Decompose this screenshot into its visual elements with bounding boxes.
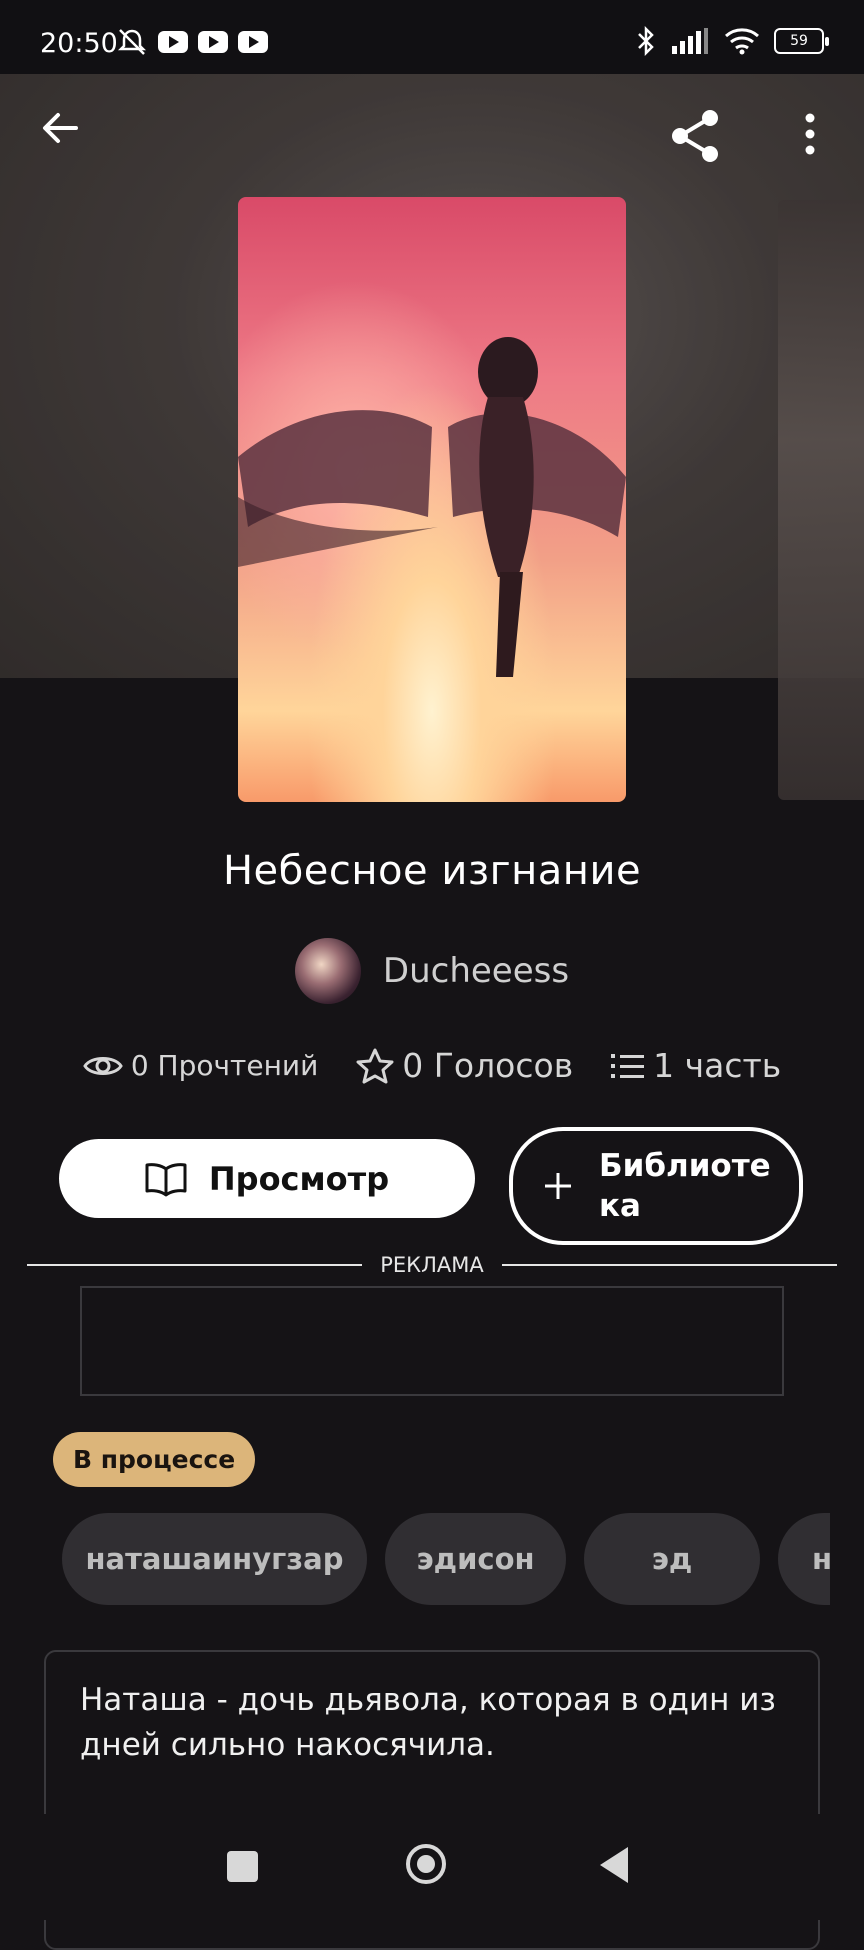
tag-chip[interactable]: н: [778, 1513, 830, 1605]
reads-stat: 0 Прочтений: [83, 1049, 318, 1082]
back-arrow-icon[interactable]: [38, 106, 82, 150]
system-navigation-bar: [0, 1814, 864, 1920]
book-stats: 0 Прочтений 0 Голосов 1 часть: [0, 1046, 864, 1085]
system-icons: 59: [636, 26, 829, 56]
description-text: Наташа - дочь дьявола, которая в один из…: [80, 1682, 776, 1763]
recents-button[interactable]: [227, 1851, 258, 1882]
winged-figure-illustration: [238, 337, 626, 677]
parts-stat: 1 часть: [611, 1046, 781, 1085]
parts-count: 1 часть: [653, 1046, 782, 1085]
star-icon: [356, 1048, 394, 1083]
next-book-cover[interactable]: [778, 200, 864, 800]
status-badge: В процессе: [53, 1432, 256, 1487]
tags-carousel[interactable]: наташаинугзар эдисон эд н: [62, 1513, 830, 1605]
votes-stat: 0 Голосов: [356, 1046, 573, 1085]
author-avatar[interactable]: [294, 938, 361, 1004]
notification-icons: [116, 28, 268, 56]
library-button-label: Библиотека: [599, 1148, 771, 1224]
status-time: 20:50: [40, 28, 118, 59]
add-to-library-button[interactable]: Библиотека: [509, 1127, 803, 1245]
tag-chip[interactable]: эдисон: [385, 1513, 566, 1605]
home-button[interactable]: [406, 1844, 446, 1884]
youtube-notification-icon: [238, 31, 268, 53]
mute-icon: [117, 29, 147, 55]
author-row[interactable]: Ducheeess: [0, 938, 864, 1004]
view-button-label: Просмотр: [208, 1159, 390, 1198]
tag-chip[interactable]: эд: [584, 1513, 760, 1605]
view-button[interactable]: Просмотр: [59, 1139, 475, 1218]
book-cover-image[interactable]: [238, 197, 626, 802]
battery-icon: 59: [774, 28, 829, 54]
list-icon: [611, 1053, 645, 1078]
share-icon[interactable]: [668, 108, 724, 164]
signal-icon: [672, 28, 708, 54]
wifi-icon: [725, 28, 759, 55]
plus-icon: [545, 1173, 571, 1199]
back-button[interactable]: [600, 1847, 628, 1883]
ad-label: РЕКЛАМА: [380, 1253, 484, 1277]
ad-divider: РЕКЛАМА: [27, 1253, 837, 1279]
status-bar: 20:50 59: [0, 0, 864, 74]
book-open-icon: [145, 1162, 187, 1196]
bluetooth-icon: [638, 26, 654, 56]
book-title: Небесное изгнание: [222, 848, 642, 894]
ad-placeholder[interactable]: [80, 1286, 784, 1396]
youtube-notification-icon: [198, 31, 228, 53]
youtube-notification-icon: [158, 31, 188, 53]
reads-count: 0 Прочтений: [130, 1049, 319, 1082]
votes-count: 0 Голосов: [402, 1046, 574, 1085]
author-name[interactable]: Ducheeess: [383, 951, 569, 991]
more-vertical-icon[interactable]: [800, 112, 820, 156]
tag-chip[interactable]: наташаинугзар: [62, 1513, 367, 1605]
eye-icon: [83, 1056, 123, 1075]
